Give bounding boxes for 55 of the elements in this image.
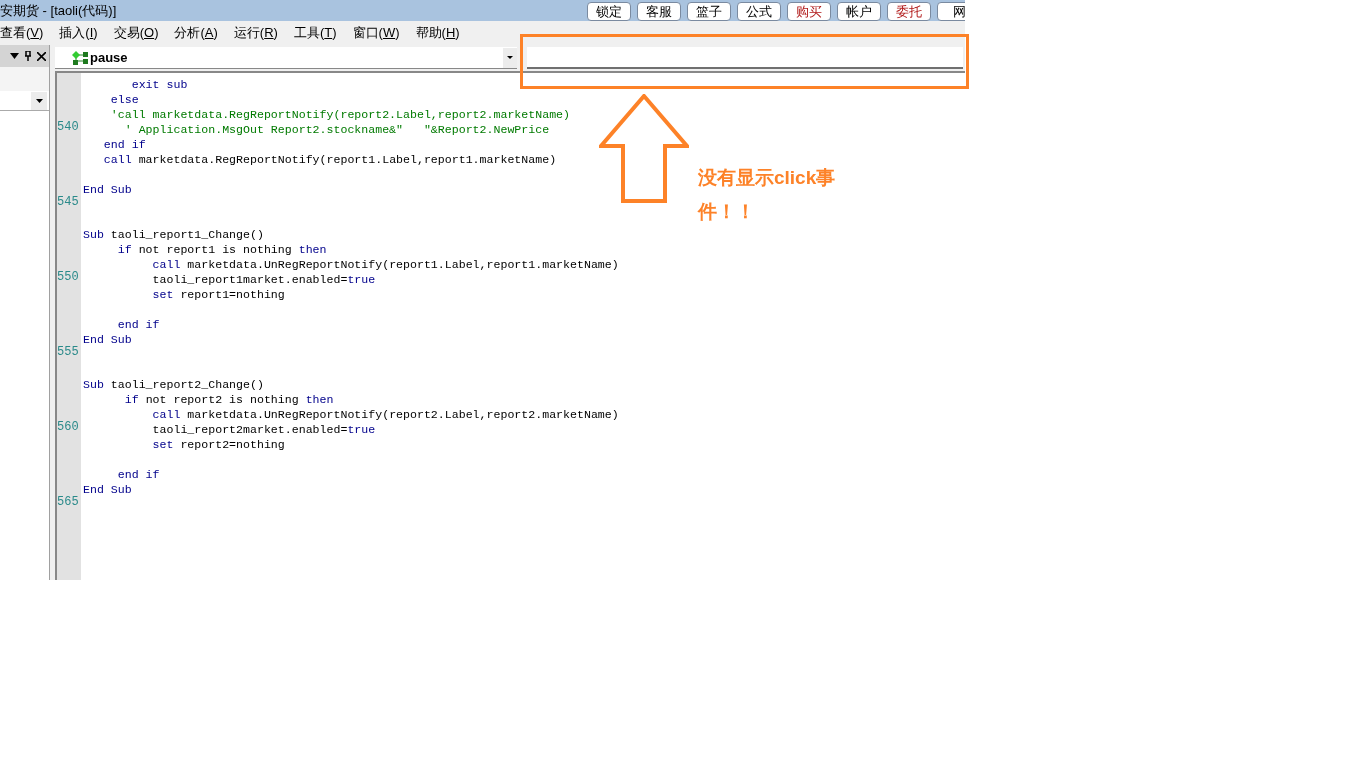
caret-icon [35,98,43,103]
line-number: 560 [57,420,79,434]
code-line: else [109,93,139,106]
menu-item[interactable]: 帮助(H) [415,23,460,43]
menu-item[interactable]: 交易(O) [113,23,159,43]
line-number: 550 [57,270,79,284]
code-line: end if [102,138,146,151]
code-line: End Sub [83,333,132,346]
code-line: set report2=nothing [151,438,285,451]
toolbar-button[interactable]: 委托 [887,1,931,21]
code-line: End Sub [83,183,132,196]
code-line: set report1=nothing [151,288,285,301]
menu-item[interactable]: 工具(T) [293,23,337,43]
code-line: if not report1 is nothing then [116,243,327,256]
code-line: End Sub [83,483,132,496]
code-line: end if [116,318,160,331]
toolbar-button[interactable]: 帐户 [837,1,881,21]
code-line: 'call marketdata.RegReportNotify(report2.Label,report2.marketName) [109,108,571,121]
code-line: Sub taoli_report1_Change() [83,228,264,241]
code-line: exit sub [130,78,188,91]
code-line: call marketdata.RegReportNotify(report1.Label,report1.marketName) [102,153,557,166]
code-line: Sub taoli_report2_Change() [83,378,264,391]
menu-item[interactable]: 查看(V) [0,23,44,43]
toolbar-button[interactable]: 锁定 [587,1,631,21]
code-line: ' Application.MsgOut Report2.stockname&″ ″&Report2.NewPrice [123,123,550,136]
toolbar-button[interactable]: 篮子 [687,1,731,21]
toolbar-button[interactable]: 购买 [787,1,831,21]
code-line: end if [116,468,160,481]
tree-icon [72,50,89,65]
procedure-dropdown[interactable]: pause [55,47,517,69]
line-number: 555 [57,345,79,359]
code-line: if not report2 is nothing then [123,393,334,406]
line-number: 540 [57,120,79,134]
menu-item[interactable]: 分析(A) [174,23,218,43]
annotation-text: 没有显示click事件！！ [698,166,837,224]
code-line: taoli_report1market.enabled=true [151,273,376,286]
event-dropdown[interactable] [527,47,963,69]
toolbar-button[interactable]: 客服 [637,1,681,21]
line-number: 565 [57,495,79,509]
caret-icon [507,56,513,59]
code-line: call marketdata.UnRegReportNotify(report1.Label,report1.marketName) [151,258,619,271]
window-title: 安期货 - [taoli(代码)] [0,1,117,20]
line-number: 545 [57,195,79,209]
toolbar-button[interactable]: 网 [937,1,965,21]
dropdown-field[interactable] [0,91,49,111]
code-line: taoli_report2market.enabled=true [151,423,376,436]
menu-item[interactable]: 运行(R) [233,23,278,43]
menu-item[interactable]: 插入(I) [59,23,98,43]
close-icon[interactable] [37,51,46,61]
toolbar-button[interactable]: 公式 [737,1,781,21]
dropdown-icon[interactable] [10,53,19,59]
procedure-name: pause [90,48,129,67]
menu-item[interactable]: 窗口(W) [352,23,400,43]
code-line: call marketdata.UnRegReportNotify(report2.Label,report2.marketName) [151,408,619,421]
pin-icon[interactable] [24,51,32,61]
